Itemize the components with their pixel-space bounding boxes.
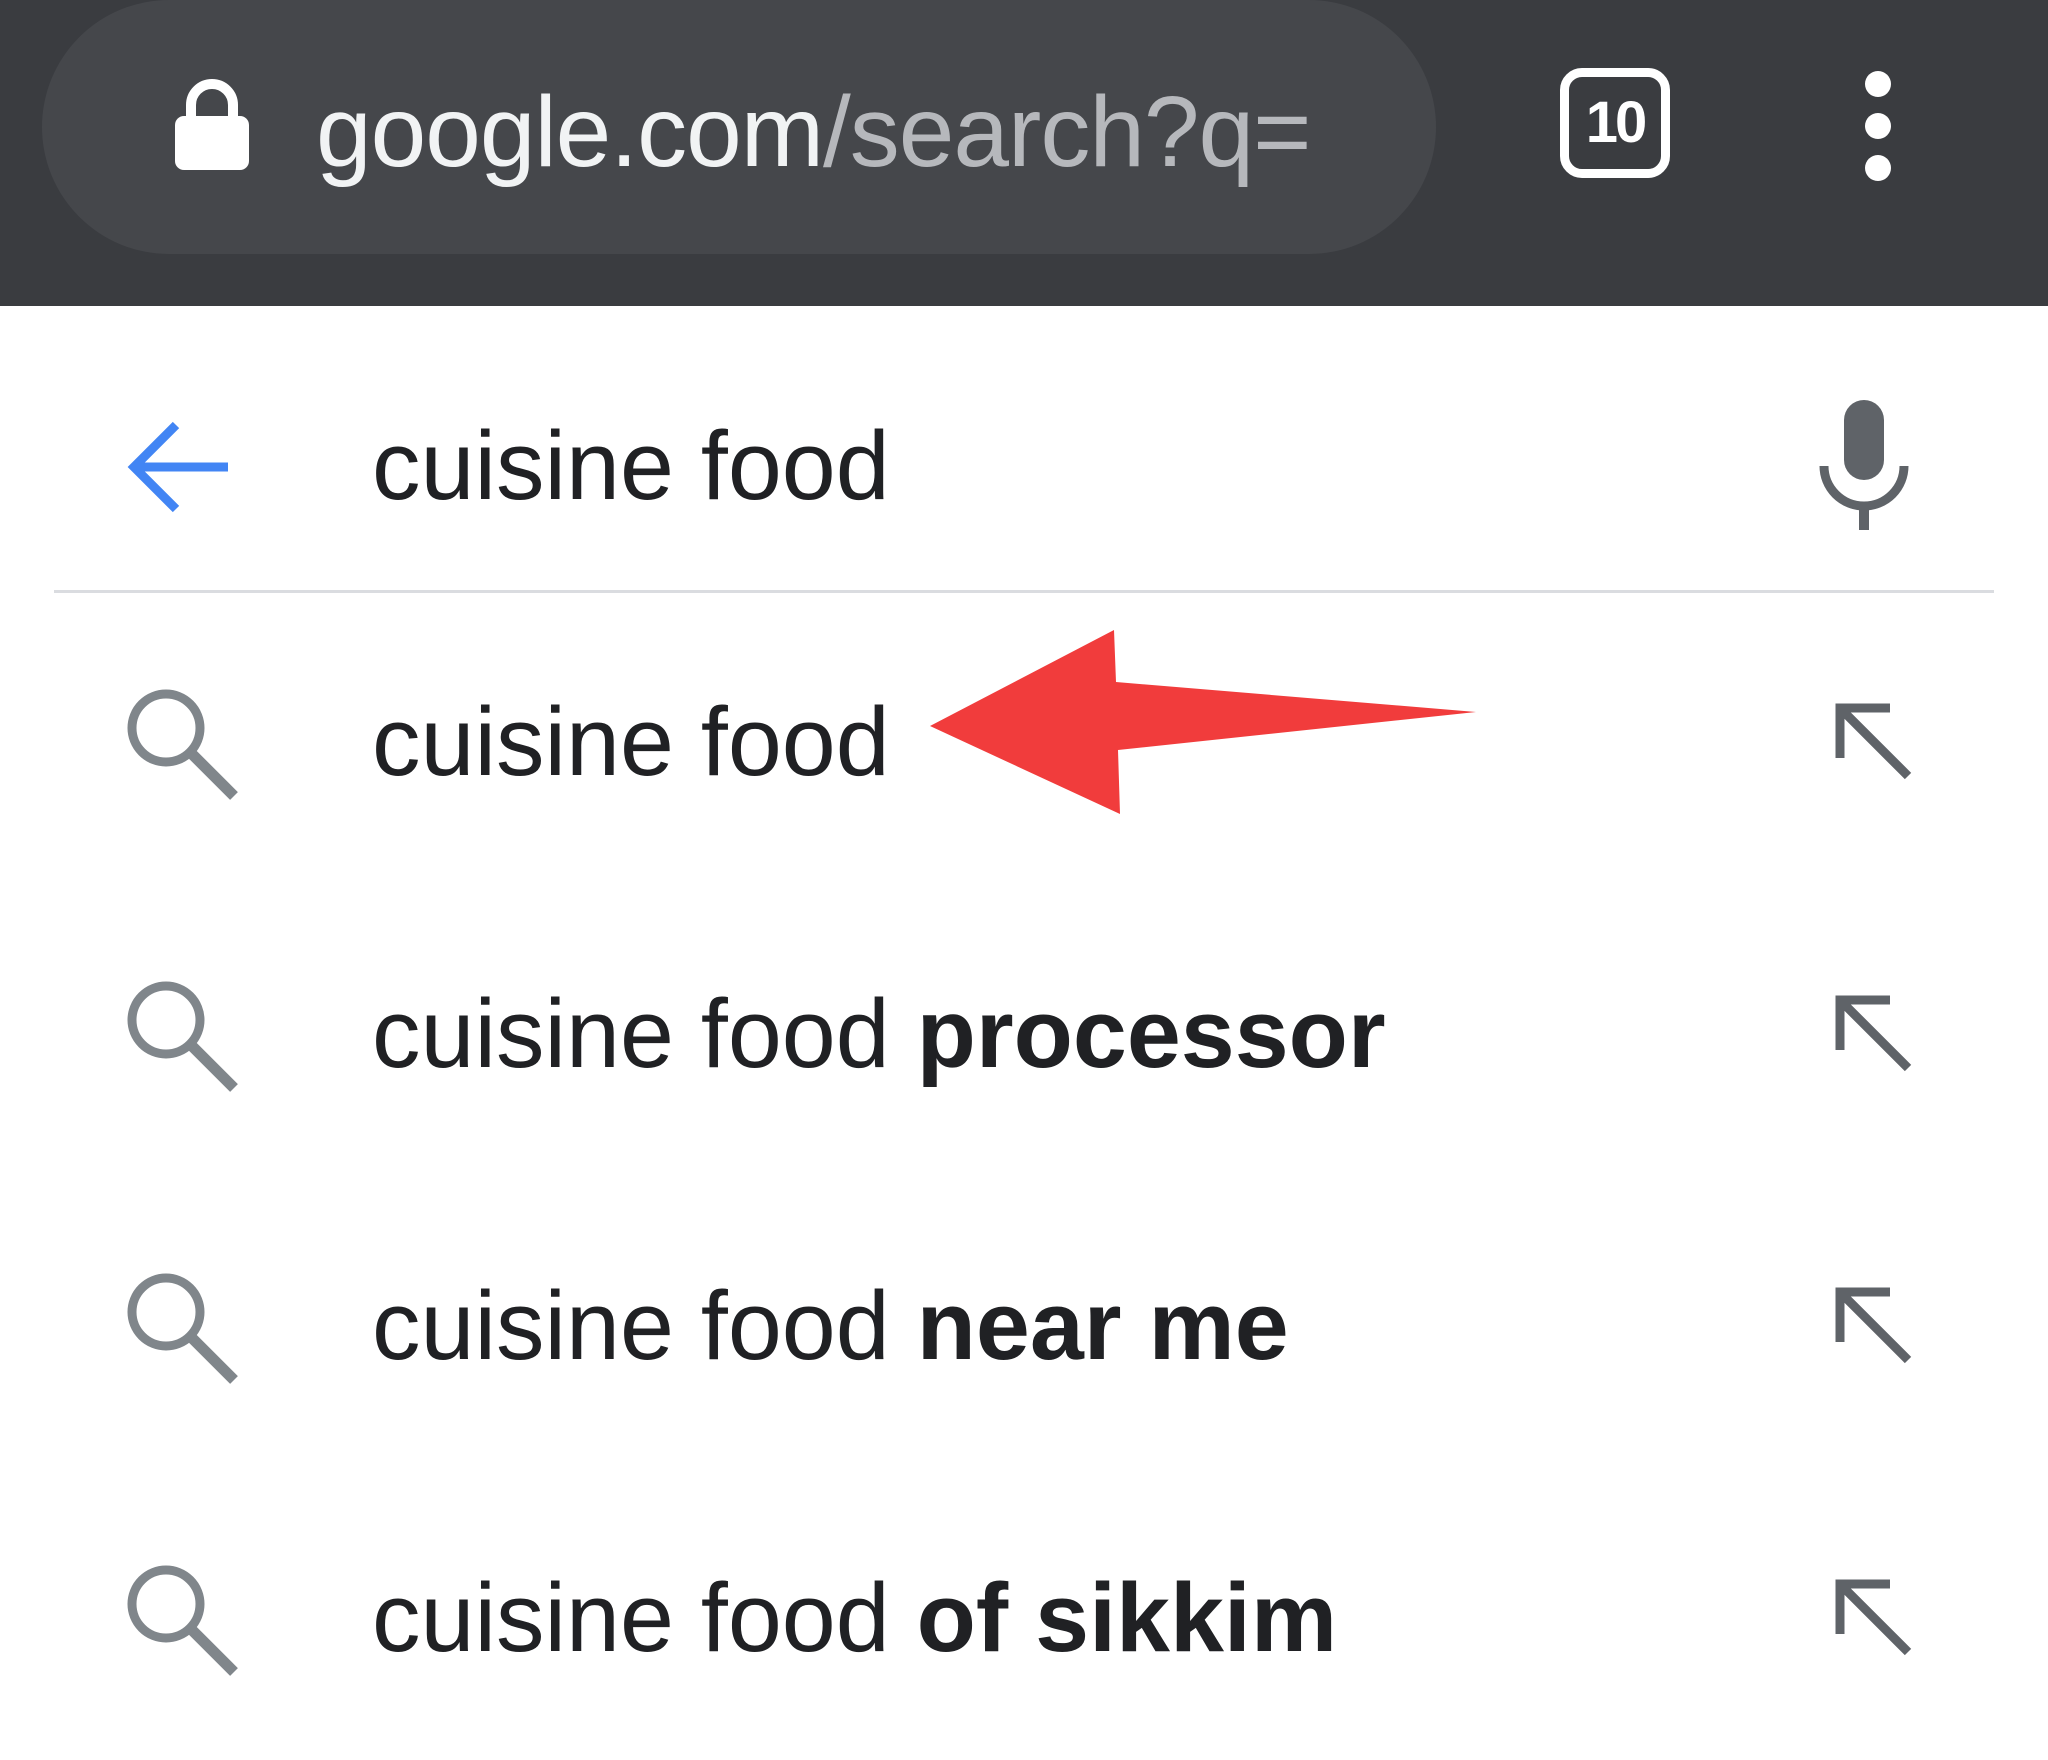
address-bar[interactable]: google.com/search?q= — [42, 0, 1436, 254]
arrow-up-left-icon[interactable] — [1820, 1564, 1920, 1664]
url-text[interactable]: google.com/search?q= — [316, 72, 1356, 192]
tab-switcher-button[interactable]: 10 — [1560, 68, 1670, 178]
suggestion-text: cuisine food near me — [372, 1266, 1289, 1386]
mic-icon[interactable] — [1816, 400, 1912, 530]
arrow-up-left-icon[interactable] — [1820, 980, 1920, 1080]
annotation-arrow — [930, 630, 1476, 814]
suggestion-prefix: cuisine food — [372, 1271, 917, 1380]
suggestion-2[interactable]: cuisine food processor — [0, 886, 2048, 1176]
arrow-up-left-icon[interactable] — [1820, 688, 1920, 788]
suggestion-text: cuisine food processor — [372, 974, 1386, 1094]
more-vert-icon[interactable] — [1852, 70, 1904, 182]
suggestion-prefix: cuisine food — [372, 1563, 917, 1672]
lock-icon — [175, 79, 249, 170]
search-icon — [127, 689, 238, 800]
url-host: google.com — [316, 76, 824, 188]
url-path: /search?q= — [823, 76, 1312, 188]
search-icon — [127, 1273, 238, 1384]
arrow-back-icon[interactable] — [124, 412, 234, 522]
search-input-row: cuisine food — [0, 306, 2048, 592]
suggestion-4[interactable]: cuisine food of sikkim — [0, 1470, 2048, 1760]
suggestion-completion: near me — [916, 1271, 1289, 1380]
suggestion-prefix: cuisine food — [372, 687, 890, 796]
search-icon — [127, 981, 238, 1092]
suggestion-3[interactable]: cuisine food near me — [0, 1178, 2048, 1468]
arrow-up-left-icon[interactable] — [1820, 1272, 1920, 1372]
suggestion-text: cuisine food of sikkim — [372, 1558, 1337, 1678]
input-divider — [54, 590, 1994, 593]
suggestion-completion: of sikkim — [916, 1563, 1338, 1672]
search-icon — [127, 1565, 238, 1676]
search-input[interactable]: cuisine food — [372, 406, 890, 526]
suggestion-text: cuisine food — [372, 682, 890, 802]
browser-toolbar: google.com/search?q= 10 — [0, 0, 2048, 306]
suggestion-completion: processor — [916, 979, 1386, 1088]
suggestion-prefix: cuisine food — [372, 979, 917, 1088]
